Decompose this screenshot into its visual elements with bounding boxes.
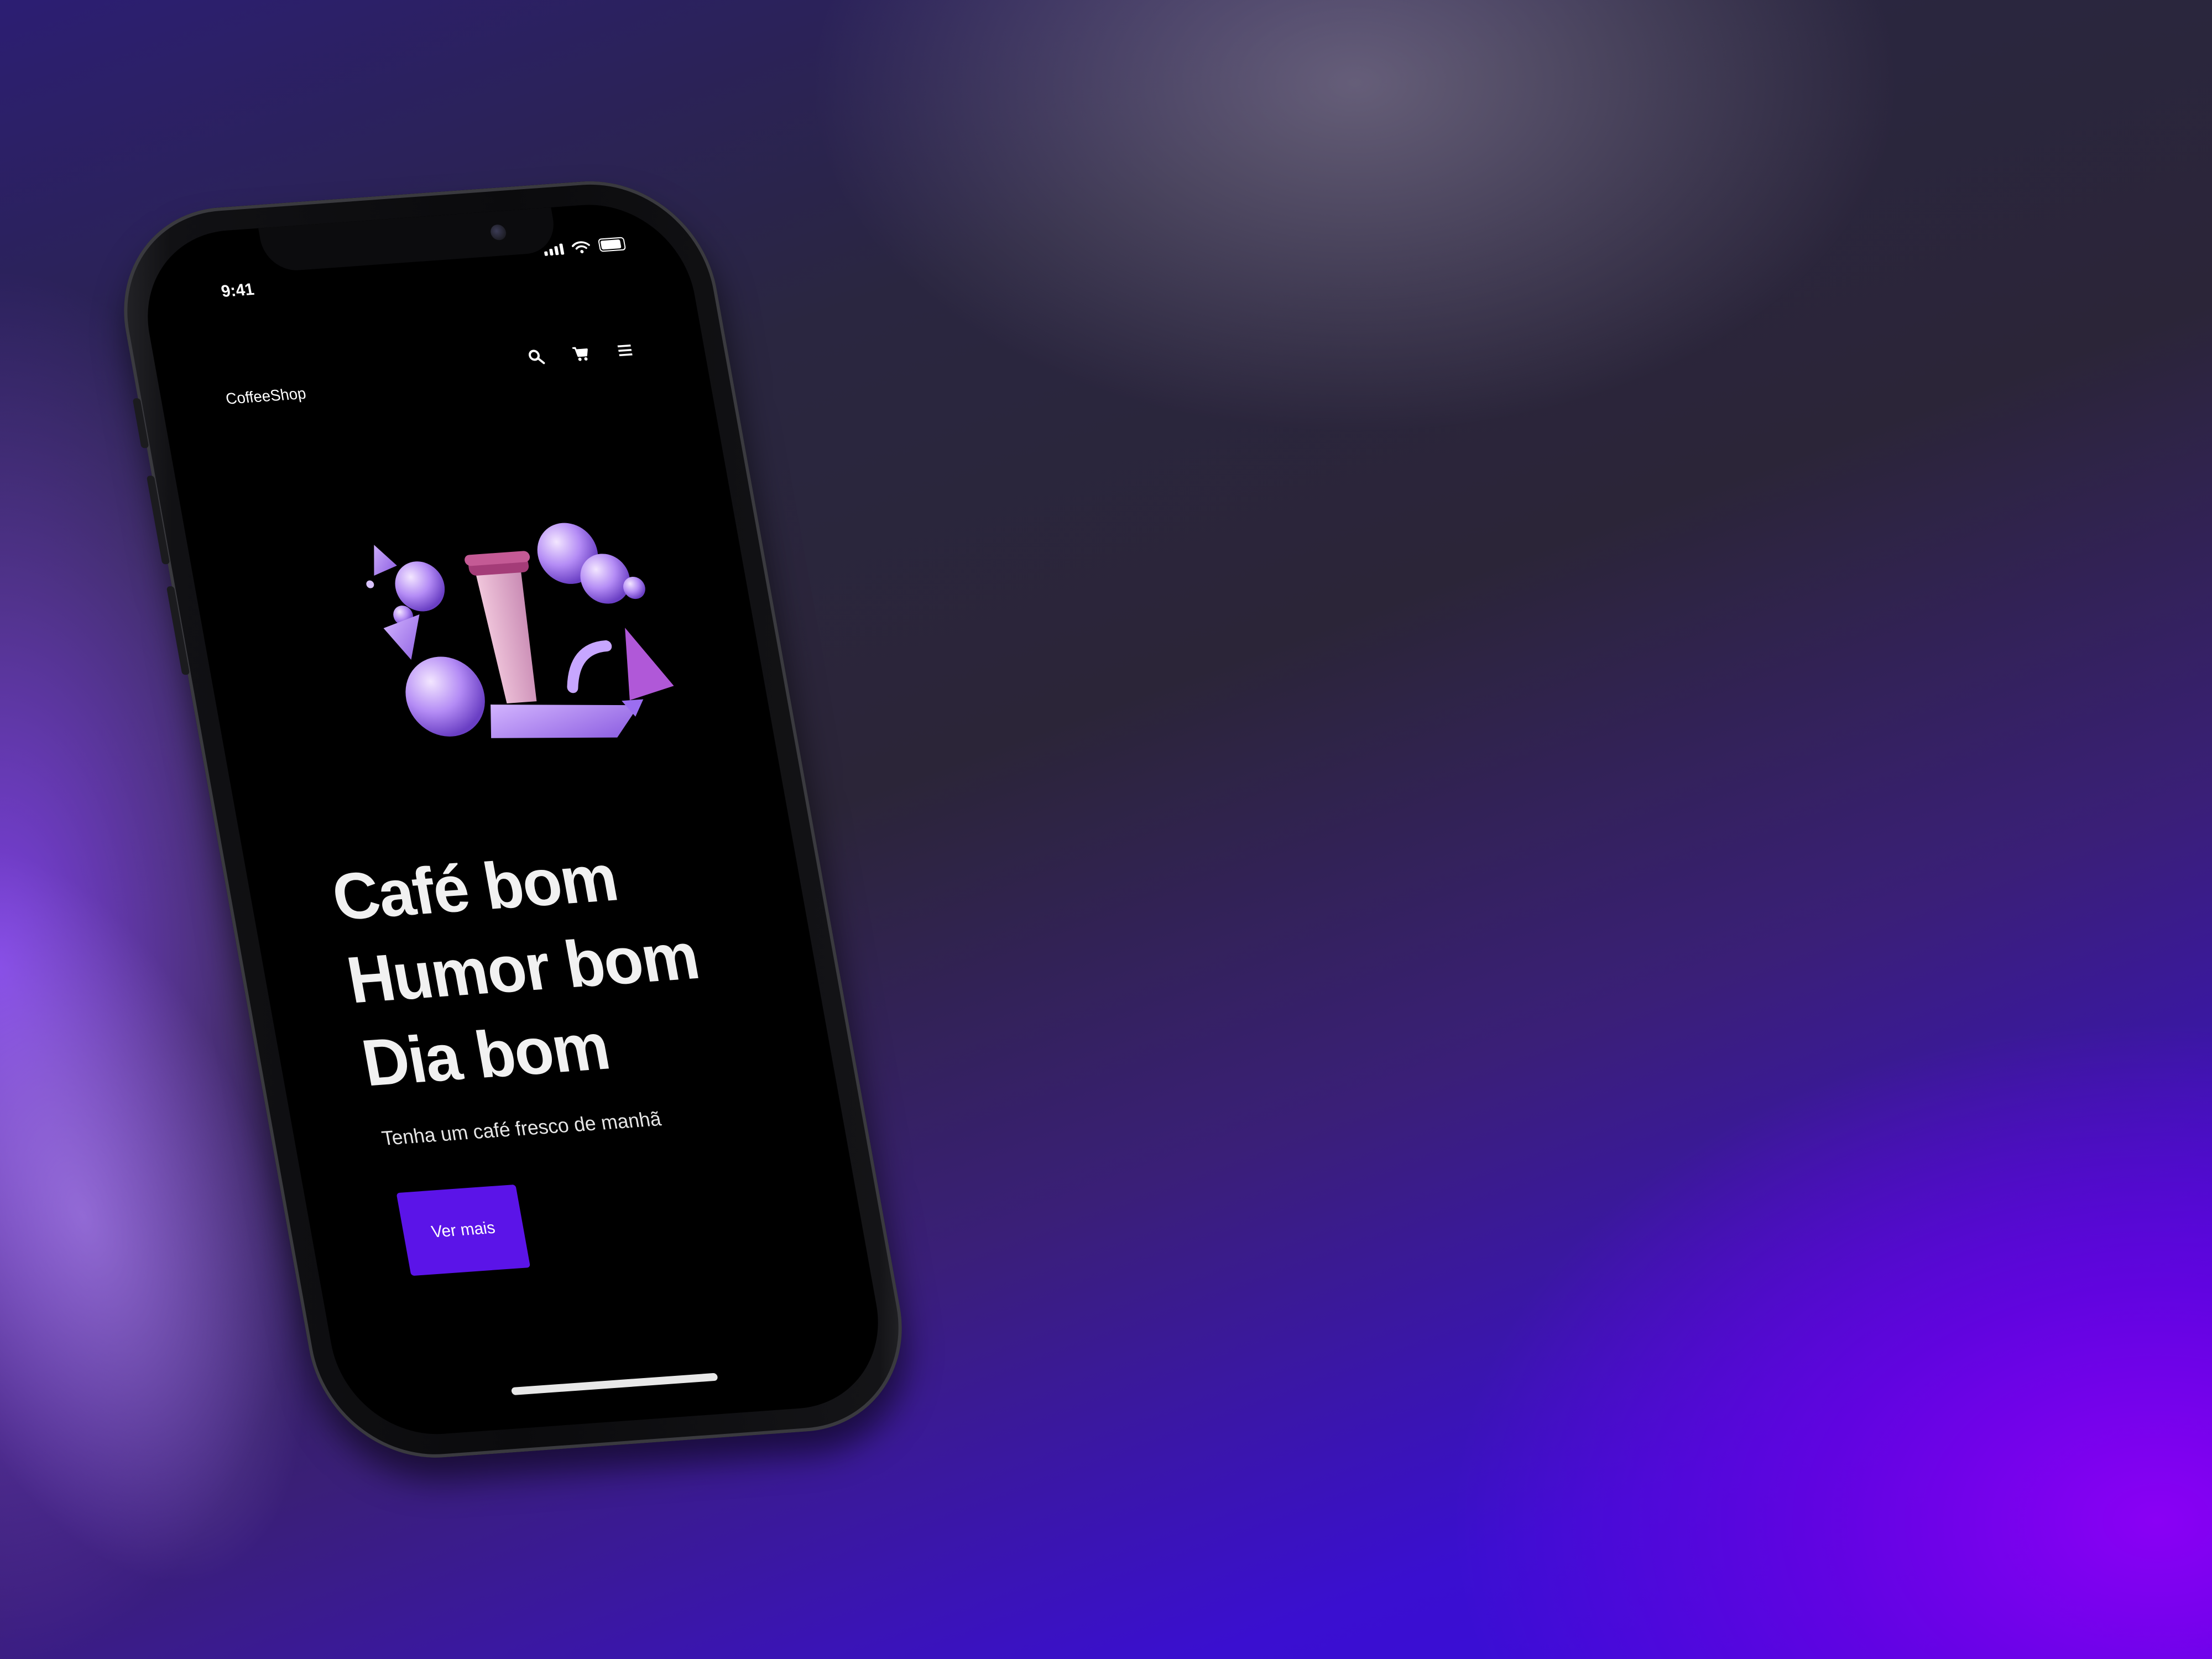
front-camera-icon: [489, 224, 508, 241]
home-indicator[interactable]: [510, 1373, 718, 1396]
ver-mais-button[interactable]: Ver mais: [396, 1184, 531, 1276]
hero-subtitle: Tenha um café fresco de manhã: [380, 1107, 663, 1150]
top-nav: [526, 342, 635, 366]
notch: [258, 207, 559, 273]
coffee-3d-illustration: [366, 523, 674, 738]
volume-down-button: [166, 586, 190, 675]
brand-logo[interactable]: CoffeeShop: [225, 384, 307, 408]
battery-icon: [597, 237, 627, 252]
volume-up-button: [146, 475, 170, 565]
status-time: 9:41: [220, 280, 256, 301]
mute-switch: [132, 398, 149, 448]
status-icons: [542, 237, 627, 256]
wifi-icon: [571, 241, 590, 254]
hero-headline: Café bom Humor bom Dia bom: [326, 831, 719, 1105]
menu-icon[interactable]: [615, 342, 635, 359]
cart-icon[interactable]: [571, 345, 590, 362]
signal-icon: [543, 243, 565, 256]
search-icon[interactable]: [526, 348, 546, 366]
